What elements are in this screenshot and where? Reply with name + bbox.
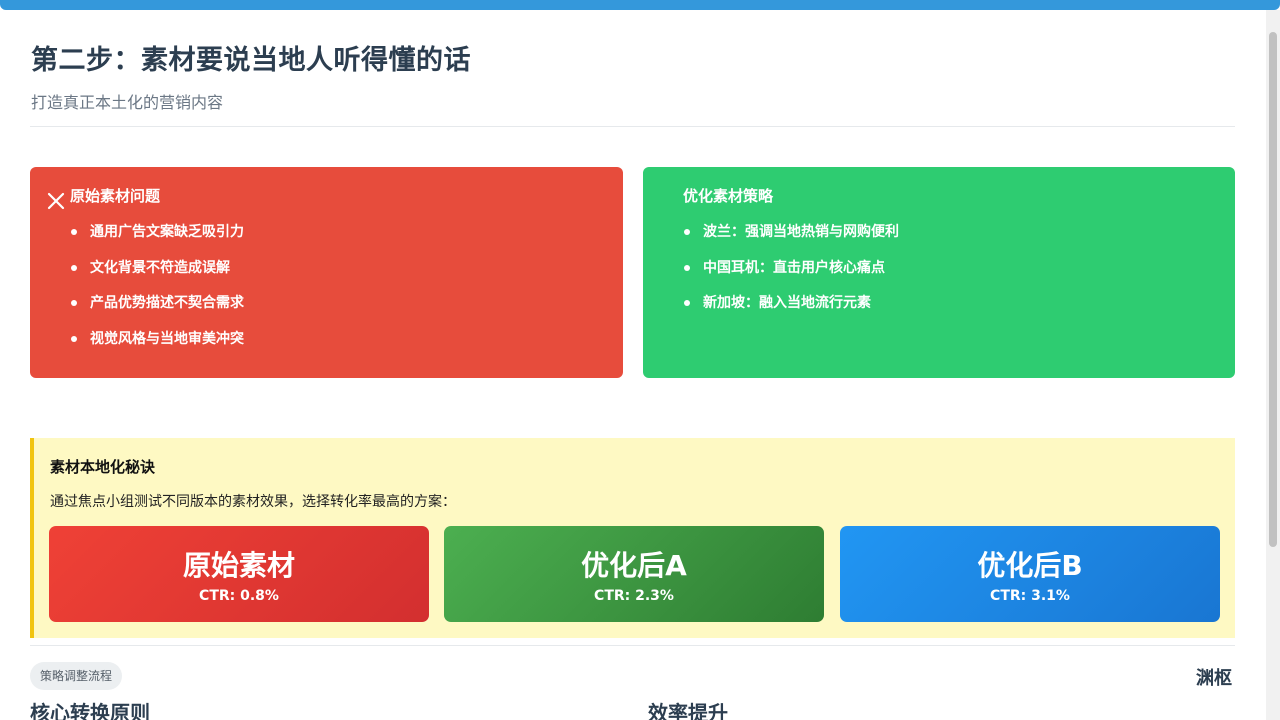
problems-card-title: 原始素材问题 [70, 187, 161, 205]
list-item: 文化背景不符造成误解 [70, 255, 244, 291]
scrollbar-thumb[interactable] [1269, 32, 1277, 547]
variant-ctr: CTR: 0.8% [199, 588, 279, 604]
variant-ctr: CTR: 3.1% [990, 588, 1070, 604]
list-item: 新加坡：融入当地流行元素 [683, 290, 899, 326]
brand-logo: 渊枢 [1196, 668, 1232, 689]
section-tag: 策略调整流程 [30, 662, 123, 690]
scrollbar[interactable] [1266, 10, 1280, 720]
variant-name: 优化后A [581, 549, 687, 582]
section-heading-principles: 核心转换原则 [30, 701, 150, 720]
variant-name: 原始素材 [182, 549, 295, 582]
tips-box: 素材本地化秘诀 通过焦点小组测试不同版本的素材效果，选择转化率最高的方案： 原始… [30, 438, 1235, 638]
tips-description: 通过焦点小组测试不同版本的素材效果，选择转化率最高的方案： [50, 494, 456, 510]
list-item: 视觉风格与当地审美冲突 [70, 326, 244, 362]
list-item: 波兰：强调当地热销与网购便利 [683, 219, 899, 255]
problems-card: 原始素材问题 通用广告文案缺乏吸引力 文化背景不符造成误解 产品优势描述不契合需… [30, 167, 623, 378]
variant-card-optimized-b: 优化后B CTR: 3.1% [840, 526, 1220, 622]
top-accent-bar [0, 0, 1280, 10]
variant-card-original: 原始素材 CTR: 0.8% [49, 526, 429, 622]
tips-title: 素材本地化秘诀 [50, 458, 156, 476]
variant-card-optimized-a: 优化后A CTR: 2.3% [444, 526, 824, 622]
section-heading-efficiency: 效率提升 [648, 701, 728, 720]
problems-list: 通用广告文案缺乏吸引力 文化背景不符造成误解 产品优势描述不契合需求 视觉风格与… [70, 219, 244, 361]
page-title: 第二步：素材要说当地人听得懂的话 [31, 45, 471, 76]
divider [30, 645, 1235, 646]
variant-ctr: CTR: 2.3% [594, 588, 674, 604]
page-subtitle: 打造真正本土化的营销内容 [31, 93, 224, 112]
strategy-list: 波兰：强调当地热销与网购便利 中国耳机：直击用户核心痛点 新加坡：融入当地流行元… [683, 219, 899, 326]
variant-name: 优化后B [977, 549, 1083, 582]
list-item: 中国耳机：直击用户核心痛点 [683, 255, 899, 291]
list-item: 产品优势描述不契合需求 [70, 290, 244, 326]
close-icon [47, 192, 65, 210]
list-item: 通用广告文案缺乏吸引力 [70, 219, 244, 255]
strategy-card-title: 优化素材策略 [683, 187, 774, 205]
divider [30, 126, 1235, 127]
strategy-card: 优化素材策略 波兰：强调当地热销与网购便利 中国耳机：直击用户核心痛点 新加坡：… [643, 167, 1235, 378]
